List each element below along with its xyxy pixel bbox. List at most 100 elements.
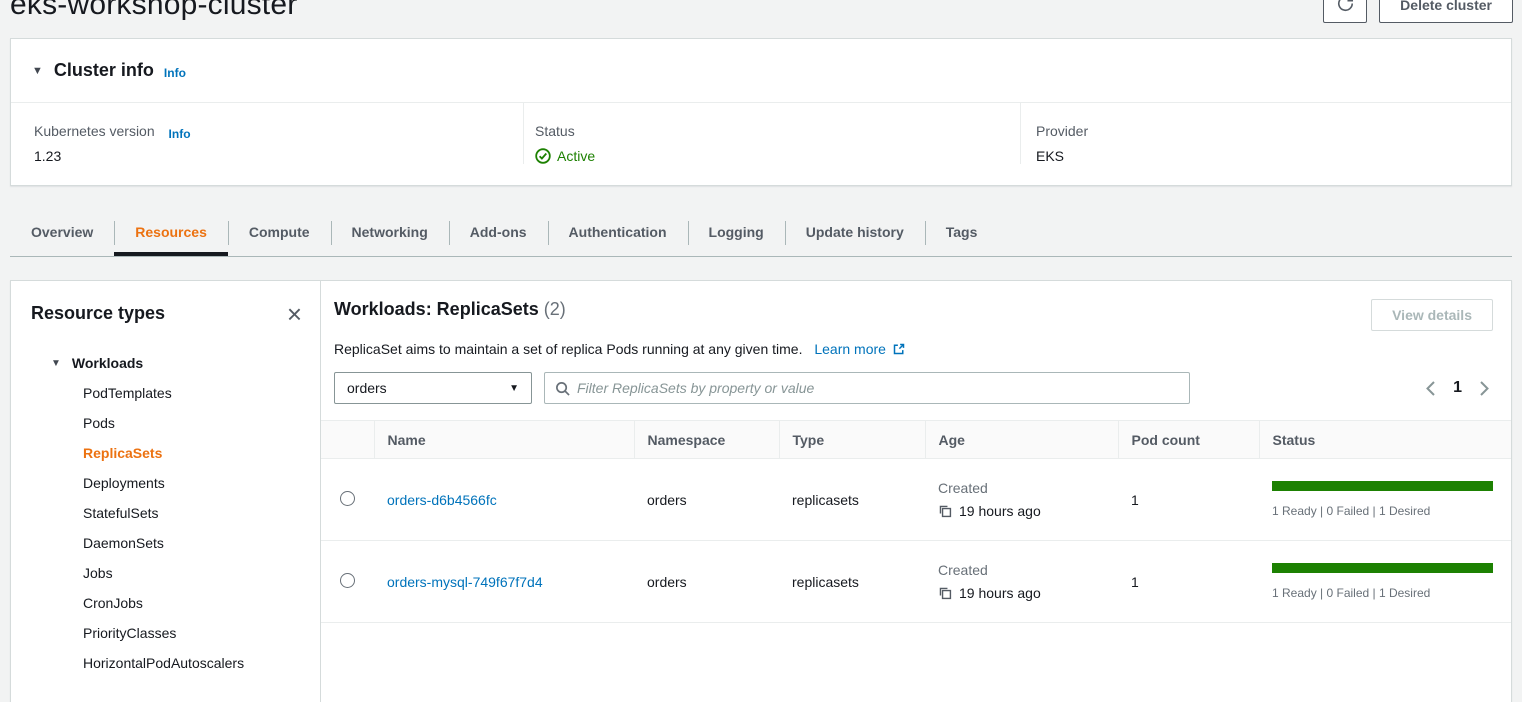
table-row: orders-d6b4566fc orders replicasets Crea… <box>321 459 1511 541</box>
next-page-icon[interactable] <box>1479 380 1490 397</box>
provider-field: Provider EKS <box>1020 103 1511 164</box>
tab-overview[interactable]: Overview <box>10 210 114 256</box>
tab-logging[interactable]: Logging <box>688 210 785 256</box>
copy-icon[interactable] <box>938 586 952 600</box>
replicaset-name-link[interactable]: orders-mysql-749f67f7d4 <box>387 574 543 590</box>
cluster-info-body: Kubernetes version Info 1.23 Status Acti… <box>11 103 1511 164</box>
sidebar-item-daemonsets[interactable]: DaemonSets <box>31 528 302 558</box>
collapse-triangle-icon[interactable]: ▼ <box>32 65 43 77</box>
resource-tree: ▼ Workloads PodTemplates Pods ReplicaSet… <box>31 348 302 702</box>
replicaset-name-link[interactable]: orders-d6b4566fc <box>387 492 497 508</box>
kubernetes-version-field: Kubernetes version Info 1.23 <box>11 103 523 164</box>
cluster-info-panel: ▼ Cluster info Info Kubernetes version I… <box>10 38 1512 186</box>
cluster-info-title: Cluster info <box>54 60 154 81</box>
sidebar-item-deployments[interactable]: Deployments <box>31 468 302 498</box>
cell-type: replicasets <box>779 541 925 623</box>
learn-more-link[interactable]: Learn more <box>814 341 904 357</box>
kubernetes-version-value: 1.23 <box>34 148 523 164</box>
external-link-icon <box>893 342 905 358</box>
replicasets-table: Name Namespace Type Age Pod count Status… <box>321 420 1511 623</box>
sidebar-item-statefulsets[interactable]: StatefulSets <box>31 498 302 528</box>
resource-types-sidebar: Resource types × ▼ Workloads PodTemplate… <box>11 281 321 702</box>
tab-update-history[interactable]: Update history <box>785 210 925 256</box>
sidebar-item-podtemplates[interactable]: PodTemplates <box>31 378 302 408</box>
eks-console-page: eks-workshop-cluster Delete cluster ▼ Cl… <box>0 0 1522 702</box>
refresh-button[interactable] <box>1323 0 1367 23</box>
previous-page-icon[interactable] <box>1425 380 1436 397</box>
sidebar-item-priorityclasses[interactable]: PriorityClasses <box>31 618 302 648</box>
tree-group-workloads[interactable]: ▼ Workloads <box>31 348 302 378</box>
age-value: 19 hours ago <box>959 585 1041 601</box>
copy-icon[interactable] <box>938 504 952 518</box>
sidebar-item-replicasets[interactable]: ReplicaSets <box>31 438 302 468</box>
dropdown-value: orders <box>347 380 387 396</box>
column-header-status[interactable]: Status <box>1259 421 1511 459</box>
search-input[interactable] <box>577 380 1179 396</box>
table-row: orders-mysql-749f67f7d4 orders replicase… <box>321 541 1511 623</box>
status-text: 1 Ready | 0 Failed | 1 Desired <box>1272 504 1493 518</box>
column-header-type[interactable]: Type <box>779 421 925 459</box>
refresh-icon <box>1336 0 1355 16</box>
tab-resources[interactable]: Resources <box>114 210 228 256</box>
column-header-age[interactable]: Age <box>925 421 1118 459</box>
tab-networking[interactable]: Networking <box>331 210 449 256</box>
cluster-info-header[interactable]: ▼ Cluster info Info <box>11 39 1511 103</box>
header-actions: Delete cluster <box>1323 0 1513 23</box>
view-details-button[interactable]: View details <box>1371 299 1493 331</box>
status-progress-bar <box>1272 481 1493 491</box>
table-header-row: Name Namespace Type Age Pod count Status <box>321 421 1511 459</box>
cluster-info-info-link[interactable]: Info <box>164 66 186 80</box>
sidebar-item-cronjobs[interactable]: CronJobs <box>31 588 302 618</box>
cell-pod-count: 1 <box>1118 459 1259 541</box>
sidebar-item-pods[interactable]: Pods <box>31 408 302 438</box>
tree-group-label: Workloads <box>72 355 143 371</box>
delete-cluster-button[interactable]: Delete cluster <box>1379 0 1513 23</box>
cell-pod-count: 1 <box>1118 541 1259 623</box>
column-header-name[interactable]: Name <box>374 421 634 459</box>
cell-status: 1 Ready | 0 Failed | 1 Desired <box>1259 541 1511 623</box>
sidebar-item-jobs[interactable]: Jobs <box>31 558 302 588</box>
namespace-filter-dropdown[interactable]: orders ▼ <box>334 372 532 404</box>
table-description: ReplicaSet aims to maintain a set of rep… <box>334 341 1493 358</box>
provider-value: EKS <box>1036 148 1511 164</box>
cell-status: 1 Ready | 0 Failed | 1 Desired <box>1259 459 1511 541</box>
cell-namespace: orders <box>634 459 779 541</box>
page-title: eks-workshop-cluster <box>10 0 297 22</box>
row-radio-button[interactable] <box>340 491 355 506</box>
row-radio-button[interactable] <box>340 573 355 588</box>
column-header-namespace[interactable]: Namespace <box>634 421 779 459</box>
check-circle-icon <box>535 148 551 164</box>
sidebar-item-horizontalpodautoscalers[interactable]: HorizontalPodAutoscalers <box>31 648 302 678</box>
status-value: Active <box>535 148 1020 164</box>
tab-add-ons[interactable]: Add-ons <box>449 210 548 256</box>
tab-authentication[interactable]: Authentication <box>548 210 688 256</box>
pagination: 1 <box>1425 379 1493 397</box>
filter-row: orders ▼ 1 <box>334 372 1493 404</box>
status-field: Status Active <box>523 103 1020 164</box>
status-label: Status <box>535 123 1020 139</box>
tab-tags[interactable]: Tags <box>925 210 999 256</box>
status-text: 1 Ready | 0 Failed | 1 Desired <box>1272 586 1493 600</box>
tab-compute[interactable]: Compute <box>228 210 331 256</box>
close-icon[interactable]: × <box>287 304 302 324</box>
select-column-header <box>321 421 374 459</box>
provider-label: Provider <box>1036 123 1511 139</box>
cell-age: Created 19 hours ago <box>925 541 1118 623</box>
table-heading: Workloads: ReplicaSets (2) <box>334 299 566 320</box>
tree-group-cluster[interactable]: ▶ Cluster <box>31 692 302 702</box>
cell-namespace: orders <box>634 541 779 623</box>
collapse-triangle-icon: ▼ <box>51 358 61 369</box>
resources-panel: Resource types × ▼ Workloads PodTemplate… <box>10 280 1512 702</box>
kubernetes-version-info-link[interactable]: Info <box>169 127 191 141</box>
sidebar-title: Resource types <box>31 303 165 324</box>
replicasets-main: Workloads: ReplicaSets (2) View details … <box>321 281 1511 702</box>
status-progress-bar <box>1272 563 1493 573</box>
search-icon <box>555 381 570 396</box>
current-page[interactable]: 1 <box>1453 379 1462 397</box>
column-header-pod-count[interactable]: Pod count <box>1118 421 1259 459</box>
kubernetes-version-label: Kubernetes version Info <box>34 123 523 139</box>
result-count: (2) <box>544 299 566 319</box>
dropdown-arrow-icon: ▼ <box>509 383 519 394</box>
cell-type: replicasets <box>779 459 925 541</box>
cell-age: Created 19 hours ago <box>925 459 1118 541</box>
